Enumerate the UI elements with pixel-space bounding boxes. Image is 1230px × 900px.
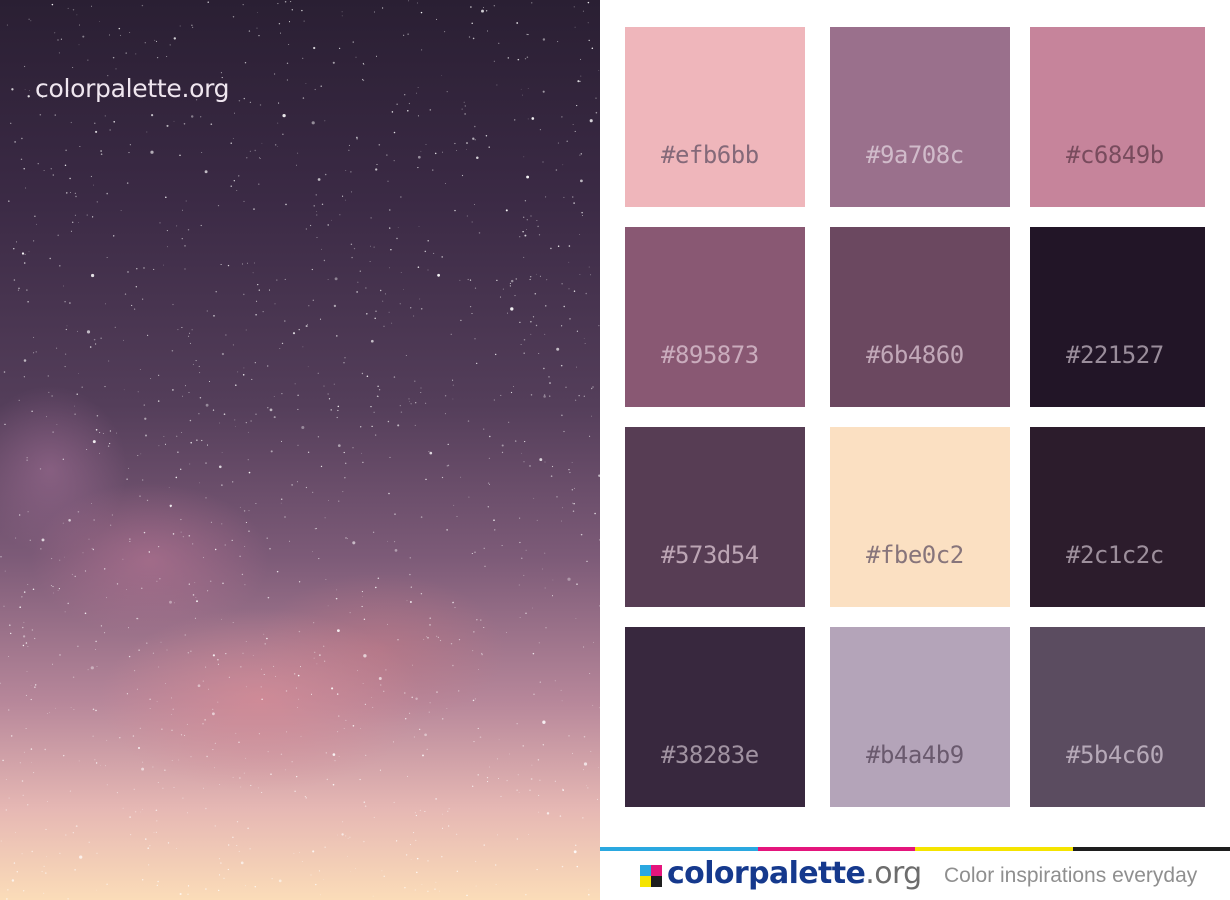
watermark-text: colorpalette.org [35,74,230,103]
color-swatch[interactable]: #9a708c [830,27,1010,207]
swatch-hex-label: #9a708c [866,141,964,169]
color-swatch[interactable]: #5b4c60 [1030,627,1205,807]
swatch-hex-label: #efb6bb [661,141,759,169]
color-swatch[interactable]: #221527 [1030,227,1205,407]
starry-sky-photo: colorpalette.org [0,0,600,900]
swatch-hex-label: #38283e [661,741,759,769]
color-swatch[interactable]: #6b4860 [830,227,1010,407]
swatch-hex-label: #b4a4b9 [866,741,964,769]
swatch-hex-label: #573d54 [661,541,759,569]
brand-tld: .org [865,856,922,891]
color-swatch[interactable]: #c6849b [1030,27,1205,207]
color-swatch[interactable]: #2c1c2c [1030,427,1205,607]
swatch-hex-label: #5b4c60 [1066,741,1164,769]
brand-logo-link[interactable]: colorpalette.org [667,856,922,891]
swatch-hex-label: #c6849b [1066,141,1164,169]
color-swatch[interactable]: #38283e [625,627,805,807]
footer-stripe-yellow [915,847,1073,851]
footer-stripe-black [1073,847,1230,851]
swatch-hex-label: #221527 [1066,341,1164,369]
brand-name: colorpalette [667,856,866,891]
swatch-hex-label: #fbe0c2 [866,541,964,569]
footer-stripe-magenta [758,847,915,851]
color-swatch[interactable]: #b4a4b9 [830,627,1010,807]
star-field [0,0,600,900]
color-swatch[interactable]: #efb6bb [625,27,805,207]
color-swatch[interactable]: #895873 [625,227,805,407]
footer-stripe-cyan [600,847,758,851]
swatch-hex-label: #6b4860 [866,341,964,369]
color-swatch[interactable]: #fbe0c2 [830,427,1010,607]
swatch-hex-label: #895873 [661,341,759,369]
swatch-hex-label: #2c1c2c [1066,541,1164,569]
color-swatch[interactable]: #573d54 [625,427,805,607]
colorpalette-logo-icon [640,865,662,887]
tagline: Color inspirations everyday [944,864,1198,887]
